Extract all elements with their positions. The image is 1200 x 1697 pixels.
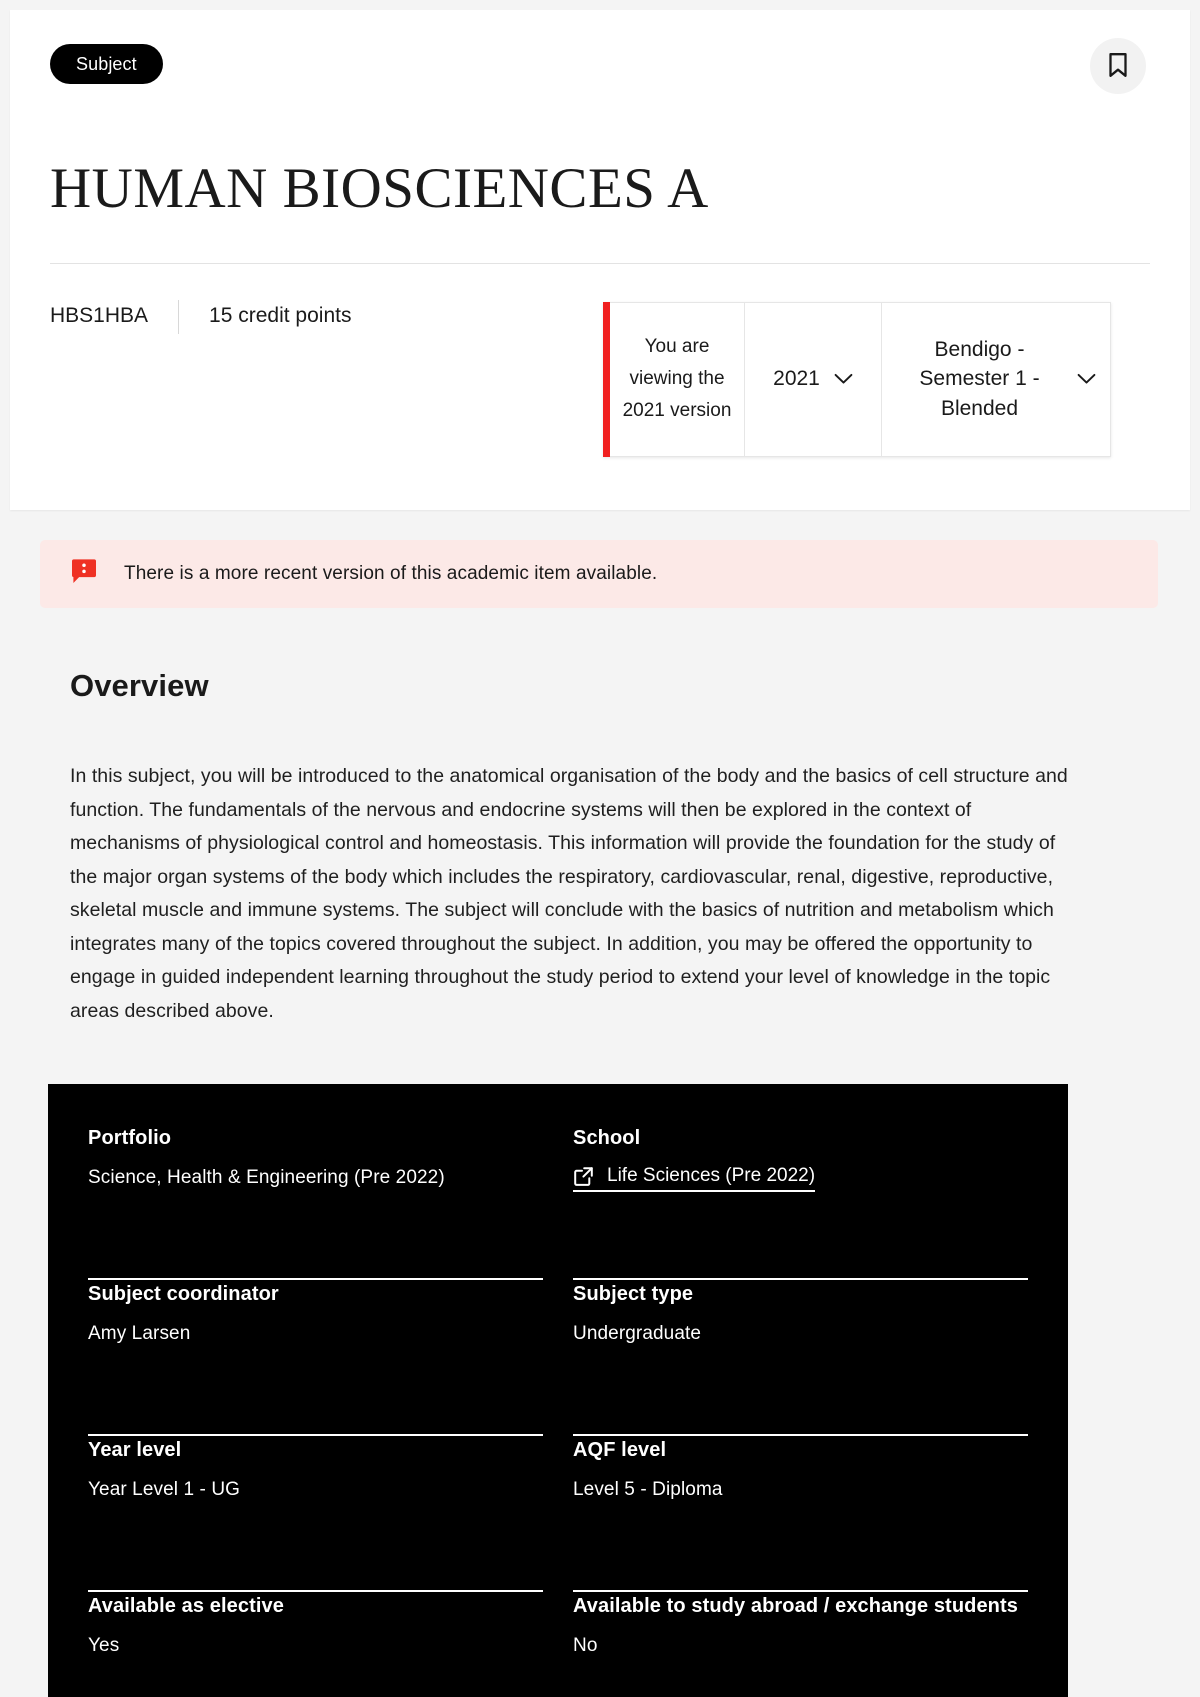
detail-field-value: No xyxy=(573,1635,598,1656)
detail-field: AQF level Level 5 - Diploma xyxy=(573,1436,1028,1592)
external-link-icon xyxy=(573,1166,594,1187)
detail-field-label: Subject coordinator xyxy=(88,1283,279,1305)
credit-points: 15 credit points xyxy=(209,303,352,327)
detail-field: Subject type Undergraduate xyxy=(573,1280,1028,1436)
detail-field-label: Available to study abroad / exchange stu… xyxy=(573,1595,1018,1617)
subject-page: Subject HUMAN BIOSCIENCES A HBS1HBA 15 c… xyxy=(0,0,1200,1697)
header-top-row: Subject xyxy=(50,38,1150,94)
detail-field-value: Life Sciences (Pre 2022) xyxy=(607,1165,816,1186)
detail-field-body: Year level Year Level 1 - UG xyxy=(88,1436,543,1534)
version-alert-banner: There is a more recent version of this a… xyxy=(40,540,1158,608)
detail-field: Available as elective Yes xyxy=(88,1592,543,1697)
version-accent-bar xyxy=(603,301,610,457)
subject-type-pill[interactable]: Subject xyxy=(50,44,163,84)
meta-row: HBS1HBA 15 credit points You are viewing… xyxy=(50,292,1150,462)
chevron-down-icon xyxy=(1077,364,1096,394)
alert-speech-bubble-icon xyxy=(69,557,99,592)
offering-select-value: Bendigo - Semester 1 - Blended xyxy=(919,337,1040,421)
bookmark-button[interactable] xyxy=(1090,38,1146,94)
bookmark-icon xyxy=(1106,52,1130,81)
detail-field-label: Year level xyxy=(88,1439,182,1461)
year-select[interactable]: 2021 xyxy=(745,301,882,457)
detail-field: Subject coordinator Amy Larsen xyxy=(88,1280,543,1436)
detail-field-value: Amy Larsen xyxy=(88,1323,191,1344)
detail-field-label: Available as elective xyxy=(88,1595,284,1617)
detail-field: Available to study abroad / exchange stu… xyxy=(573,1592,1028,1697)
detail-field: Portfolio Science, Health & Engineering (… xyxy=(88,1124,543,1280)
detail-field-body: Subject coordinator Amy Larsen xyxy=(88,1280,543,1378)
detail-field-value: Science, Health & Engineering (Pre 2022) xyxy=(88,1167,445,1188)
detail-field-body: Available to study abroad / exchange stu… xyxy=(573,1592,1028,1690)
detail-field-label: School xyxy=(573,1127,641,1149)
detail-field: School Life Sciences (Pre 2022) xyxy=(573,1124,1028,1280)
year-select-value: 2021 xyxy=(773,367,820,391)
subject-details-panel: Portfolio Science, Health & Engineering (… xyxy=(48,1084,1068,1697)
version-notice: You are viewing the 2021 version xyxy=(610,301,745,457)
detail-field-label: Portfolio xyxy=(88,1127,172,1149)
detail-field: Year level Year Level 1 - UG xyxy=(88,1436,543,1592)
detail-field-link[interactable]: Life Sciences (Pre 2022) xyxy=(573,1165,816,1192)
detail-field-value: Level 5 - Diploma xyxy=(573,1479,723,1500)
detail-field-body: Available as elective Yes xyxy=(88,1592,543,1690)
meta-divider xyxy=(178,299,180,334)
detail-field-body: School Life Sciences (Pre 2022) xyxy=(573,1124,1028,1222)
version-selector-group: You are viewing the 2021 version 2021 Be… xyxy=(603,301,1111,457)
chevron-down-icon xyxy=(834,367,853,391)
page-title: HUMAN BIOSCIENCES A xyxy=(50,157,709,220)
detail-field-label: Subject type xyxy=(573,1283,694,1305)
overview-body: In this subject, you will be introduced … xyxy=(70,765,1068,1022)
header-card: Subject HUMAN BIOSCIENCES A HBS1HBA 15 c… xyxy=(10,10,1190,510)
title-divider xyxy=(50,262,1150,264)
detail-field-value: Undergraduate xyxy=(573,1323,702,1344)
detail-field-value: Year Level 1 - UG xyxy=(88,1479,241,1500)
detail-field-body: Subject type Undergraduate xyxy=(573,1280,1028,1378)
subject-code: HBS1HBA xyxy=(50,303,149,327)
detail-field-value: Yes xyxy=(88,1635,120,1656)
offering-select[interactable]: Bendigo - Semester 1 - Blended xyxy=(882,301,1111,457)
overview-heading: Overview xyxy=(70,668,209,703)
alert-message: There is a more recent version of this a… xyxy=(124,563,658,584)
detail-field-label: AQF level xyxy=(573,1439,667,1461)
detail-field-body: AQF level Level 5 - Diploma xyxy=(573,1436,1028,1534)
detail-field-body: Portfolio Science, Health & Engineering (… xyxy=(88,1124,543,1222)
